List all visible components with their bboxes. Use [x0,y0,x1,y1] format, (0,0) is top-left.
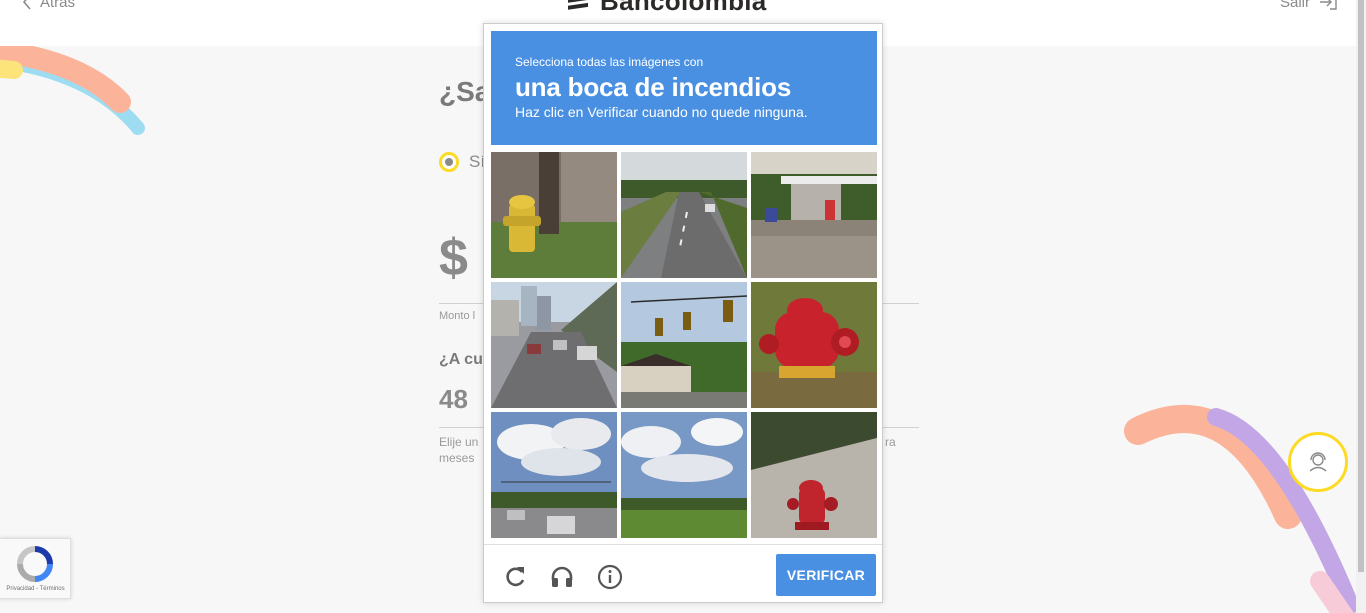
captcha-tile-5[interactable] [621,282,747,408]
red-hydrant-sidewalk-photo-icon [751,412,877,538]
captcha-challenge-dialog: Selecciona todas las imágenes con una bo… [483,23,883,603]
city-traffic-photo-icon [491,282,617,408]
months-hint: Elije un meses [439,434,478,466]
months-input[interactable]: 48 [439,384,468,415]
back-label: Atrás [40,0,76,11]
radio-button[interactable] [439,152,459,172]
help-chat-button[interactable] [1288,432,1348,492]
exit-icon [1320,0,1337,10]
brand-logo: Bancolombia [566,0,767,16]
support-agent-icon [1309,452,1327,472]
field-clouds-photo-icon [621,412,747,538]
exit-label: Salir [1280,0,1311,11]
months-hint-line1: Elije un [439,435,479,449]
scrollbar-thumb[interactable] [1358,0,1364,572]
captcha-tile-2[interactable] [621,152,747,278]
headphones-icon[interactable] [549,564,575,590]
months-hint-right: ra [885,435,896,449]
decorative-swoosh-left [0,40,145,135]
traffic-lights-photo-icon [621,282,747,408]
decorative-swoosh-right [1124,405,1356,613]
captcha-tile-1[interactable] [491,152,617,278]
captcha-prompt-banner: Selecciona todas las imágenes con una bo… [491,31,877,145]
prompt-instruction: Selecciona todas las imágenes con [515,55,704,69]
prompt-keyword: una boca de incendios [515,72,792,102]
amount-label: Monto l [439,310,476,322]
back-link[interactable]: Atrás [22,0,75,12]
captcha-image-grid [491,152,877,538]
street-clouds-photo-icon [491,412,617,538]
captcha-footer-divider [484,544,882,545]
bancolombia-logo-icon [568,0,588,10]
highway-photo-icon [621,152,747,278]
brand-name: Bancolombia [600,0,767,16]
prompt-subinstruction: Haz clic en Verificar cuando no quede ni… [515,104,808,120]
chevron-left-icon [22,0,31,10]
captcha-tile-4[interactable] [491,282,617,408]
captcha-tile-8[interactable] [621,412,747,538]
exit-link[interactable]: Salir [1280,0,1338,12]
recaptcha-logo-icon [17,546,53,582]
yellow-hydrant-photo-icon [491,152,617,278]
radio-option-yes[interactable]: Sí [439,152,485,172]
reload-icon[interactable] [502,564,528,590]
gas-station-photo-icon [751,152,877,278]
badge-privacy-terms[interactable]: Privacidad - Términos [0,586,71,592]
page-scrollbar[interactable] [1356,0,1366,613]
recaptcha-badge[interactable]: Privacidad - Términos [0,538,71,599]
info-icon[interactable] [597,564,623,590]
months-hint-line2: meses [439,451,475,465]
verify-button[interactable]: VERIFICAR [776,554,876,596]
captcha-tile-9[interactable] [751,412,877,538]
captcha-tile-6[interactable] [751,282,877,408]
captcha-tile-7[interactable] [491,412,617,538]
red-hydrant-closeup-photo-icon [751,282,877,408]
captcha-tile-3[interactable] [751,152,877,278]
